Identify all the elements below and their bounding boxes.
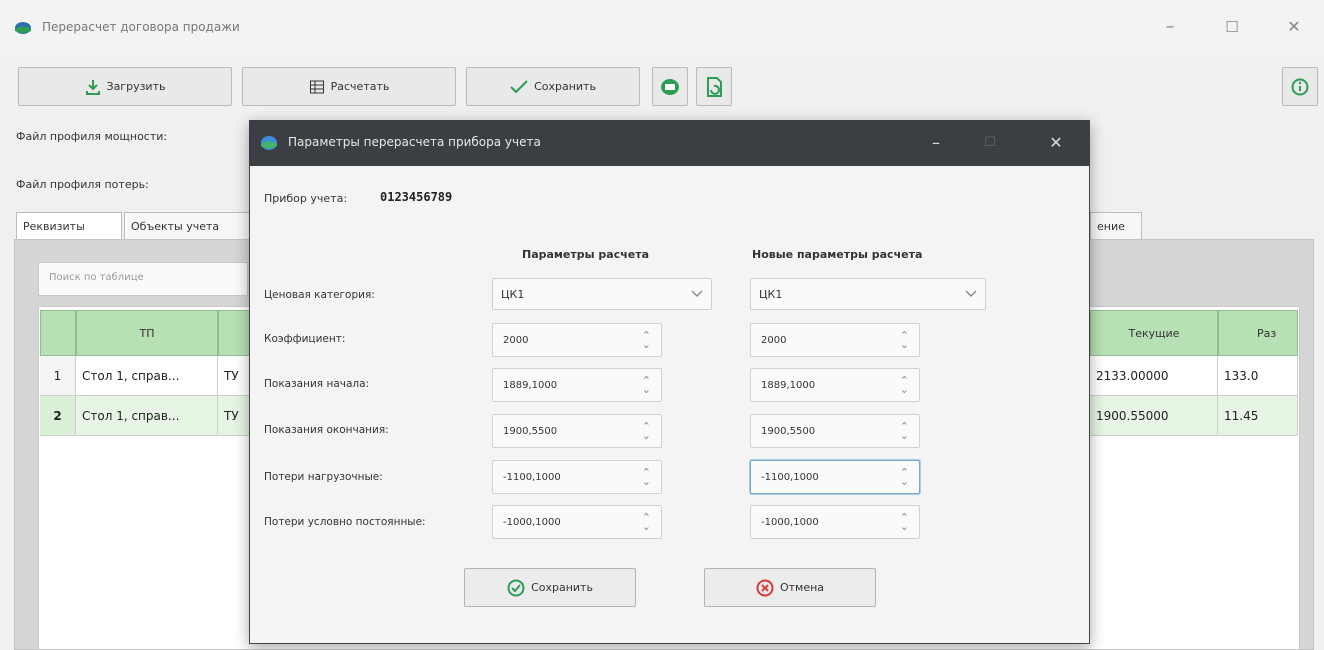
new-coefficient-value: 2000 — [761, 334, 787, 346]
new-fixed-losses-spinbox[interactable]: -1000,1000 ⌃ ⌄ — [750, 505, 920, 539]
start-reading-spinbox[interactable]: 1889,1000 ⌃ ⌄ — [492, 368, 662, 402]
new-start-reading-spinbox[interactable]: 1889,1000 ⌃ ⌄ — [750, 368, 920, 402]
row-number: 1 — [40, 356, 76, 396]
spin-arrows-icon[interactable]: ⌃ ⌄ — [642, 421, 651, 441]
save-toolbar-button[interactable]: Сохранить — [466, 67, 640, 106]
new-end-reading-value: 1900,5500 — [761, 425, 816, 437]
new-price-category-value: ЦК1 — [759, 287, 783, 301]
info-button[interactable] — [1282, 67, 1318, 106]
spin-arrows-icon[interactable]: ⌃ ⌄ — [642, 467, 651, 487]
dialog-maximize-button[interactable]: ☐ — [972, 128, 1008, 158]
coefficient-label: Коэффициент: — [264, 333, 346, 345]
fixed-losses-value: -1000,1000 — [503, 516, 561, 528]
calculate-button-label: Расчетать — [330, 80, 390, 93]
new-fixed-losses-value: -1000,1000 — [761, 516, 819, 528]
load-button[interactable]: Загрузить — [18, 67, 232, 106]
table-cell-tp[interactable]: Стол 1, справ... — [76, 396, 218, 436]
coefficient-value: 2000 — [503, 334, 529, 346]
new-end-reading-spinbox[interactable]: 1900,5500 ⌃ ⌄ — [750, 414, 920, 448]
window-title: Перерасчет договора продажи — [42, 20, 240, 34]
download-icon — [85, 79, 100, 95]
dialog-close-button[interactable]: ✕ — [1038, 128, 1074, 158]
app-icon — [15, 22, 31, 34]
close-button[interactable]: ✕ — [1274, 12, 1314, 42]
column-header-diff[interactable]: Раз — [1218, 310, 1298, 356]
new-load-losses-spinbox[interactable]: -1100,1000 ⌃ ⌄ — [750, 460, 920, 494]
price-category-select[interactable]: ЦК1 — [492, 278, 712, 310]
calculate-button[interactable]: Расчетать — [242, 67, 456, 106]
table-cell-current[interactable]: 1900.55000 — [1090, 396, 1218, 436]
tab-objects[interactable]: Объекты учета — [124, 212, 250, 240]
search-input[interactable]: Поиск по таблице — [38, 262, 248, 296]
new-price-category-select[interactable]: ЦК1 — [750, 278, 986, 310]
spin-arrows-icon[interactable]: ⌃ ⌄ — [900, 512, 909, 532]
load-losses-label: Потери нагрузочные: — [264, 471, 383, 483]
price-category-label: Ценовая категория: — [264, 289, 375, 301]
table-cell-col2[interactable]: ТУ — [218, 356, 250, 396]
table-cell-col2[interactable]: ТУ — [218, 396, 250, 436]
price-category-value: ЦК1 — [501, 287, 525, 301]
table-cell-tp[interactable]: Стол 1, справ... — [76, 356, 218, 396]
refresh-file-button[interactable] — [696, 67, 732, 106]
spin-arrows-icon[interactable]: ⌃ ⌄ — [642, 375, 651, 395]
new-start-reading-value: 1889,1000 — [761, 379, 816, 391]
tab-requisites[interactable]: Реквизиты — [16, 212, 122, 240]
load-losses-spinbox[interactable]: -1100,1000 ⌃ ⌄ — [492, 460, 662, 494]
table-icon — [309, 80, 324, 93]
dialog-save-label: Сохранить — [531, 581, 593, 594]
cancel-circle-icon — [756, 579, 774, 596]
end-reading-value: 1900,5500 — [503, 425, 558, 437]
spin-arrows-icon[interactable]: ⌃ ⌄ — [900, 467, 909, 487]
save-toolbar-label: Сохранить — [534, 80, 596, 93]
row-number-header — [40, 310, 76, 356]
end-reading-spinbox[interactable]: 1900,5500 ⌃ ⌄ — [492, 414, 662, 448]
export-button[interactable] — [652, 67, 688, 106]
loss-profile-label: Файл профиля потерь: — [16, 178, 149, 191]
dialog-cancel-label: Отмена — [779, 581, 825, 594]
recalc-dialog — [249, 120, 1090, 644]
new-params-header: Новые параметры расчета — [752, 248, 923, 261]
checkmark-icon — [510, 79, 528, 93]
end-reading-label: Показания окончания: — [264, 424, 389, 436]
dialog-save-button[interactable]: Сохранить — [464, 568, 636, 607]
dialog-cancel-button[interactable]: Отмена — [704, 568, 876, 607]
start-reading-value: 1889,1000 — [503, 379, 558, 391]
column-header-tp[interactable]: ТП — [76, 310, 218, 356]
meter-label: Прибор учета: — [264, 192, 348, 205]
row-number: 2 — [40, 396, 76, 436]
column-header-current[interactable]: Текущие — [1090, 310, 1218, 356]
table-cell-diff[interactable]: 11.45 — [1218, 396, 1298, 436]
spin-arrows-icon[interactable]: ⌃ ⌄ — [642, 330, 651, 350]
current-params-header: Параметры расчета — [522, 248, 650, 261]
chevron-down-icon — [965, 290, 977, 297]
fixed-losses-label: Потери условно постоянные: — [264, 516, 426, 528]
info-icon — [1291, 78, 1309, 95]
start-reading-label: Показания начала: — [264, 378, 370, 390]
spin-arrows-icon[interactable]: ⌃ ⌄ — [900, 375, 909, 395]
dialog-app-icon — [261, 136, 277, 150]
load-losses-value: -1100,1000 — [503, 471, 561, 483]
minimize-button[interactable]: – — [1150, 12, 1190, 42]
spin-arrows-icon[interactable]: ⌃ ⌄ — [642, 512, 651, 532]
load-button-label: Загрузить — [106, 80, 166, 93]
maximize-button[interactable]: ☐ — [1212, 12, 1252, 42]
coefficient-spinbox[interactable]: 2000 ⌃ ⌄ — [492, 323, 662, 357]
table-cell-diff[interactable]: 133.0 — [1218, 356, 1298, 396]
tab-other[interactable]: ение — [1090, 212, 1142, 240]
chevron-down-icon — [691, 290, 703, 297]
dialog-minimize-button[interactable]: – — [918, 128, 954, 158]
fixed-losses-spinbox[interactable]: -1000,1000 ⌃ ⌄ — [492, 505, 662, 539]
dialog-title: Параметры перерасчета прибора учета — [288, 135, 541, 149]
new-load-losses-value: -1100,1000 — [761, 471, 819, 483]
power-profile-label: Файл профиля мощности: — [16, 130, 168, 143]
meter-number: 0123456789 — [380, 190, 453, 204]
column-header-2[interactable] — [218, 310, 250, 356]
export-icon — [661, 78, 679, 95]
check-circle-icon — [507, 579, 525, 596]
spin-arrows-icon[interactable]: ⌃ ⌄ — [900, 421, 909, 441]
refresh-file-icon — [707, 76, 722, 97]
new-coefficient-spinbox[interactable]: 2000 ⌃ ⌄ — [750, 323, 920, 357]
table-cell-current[interactable]: 2133.00000 — [1090, 356, 1218, 396]
spin-arrows-icon[interactable]: ⌃ ⌄ — [900, 330, 909, 350]
